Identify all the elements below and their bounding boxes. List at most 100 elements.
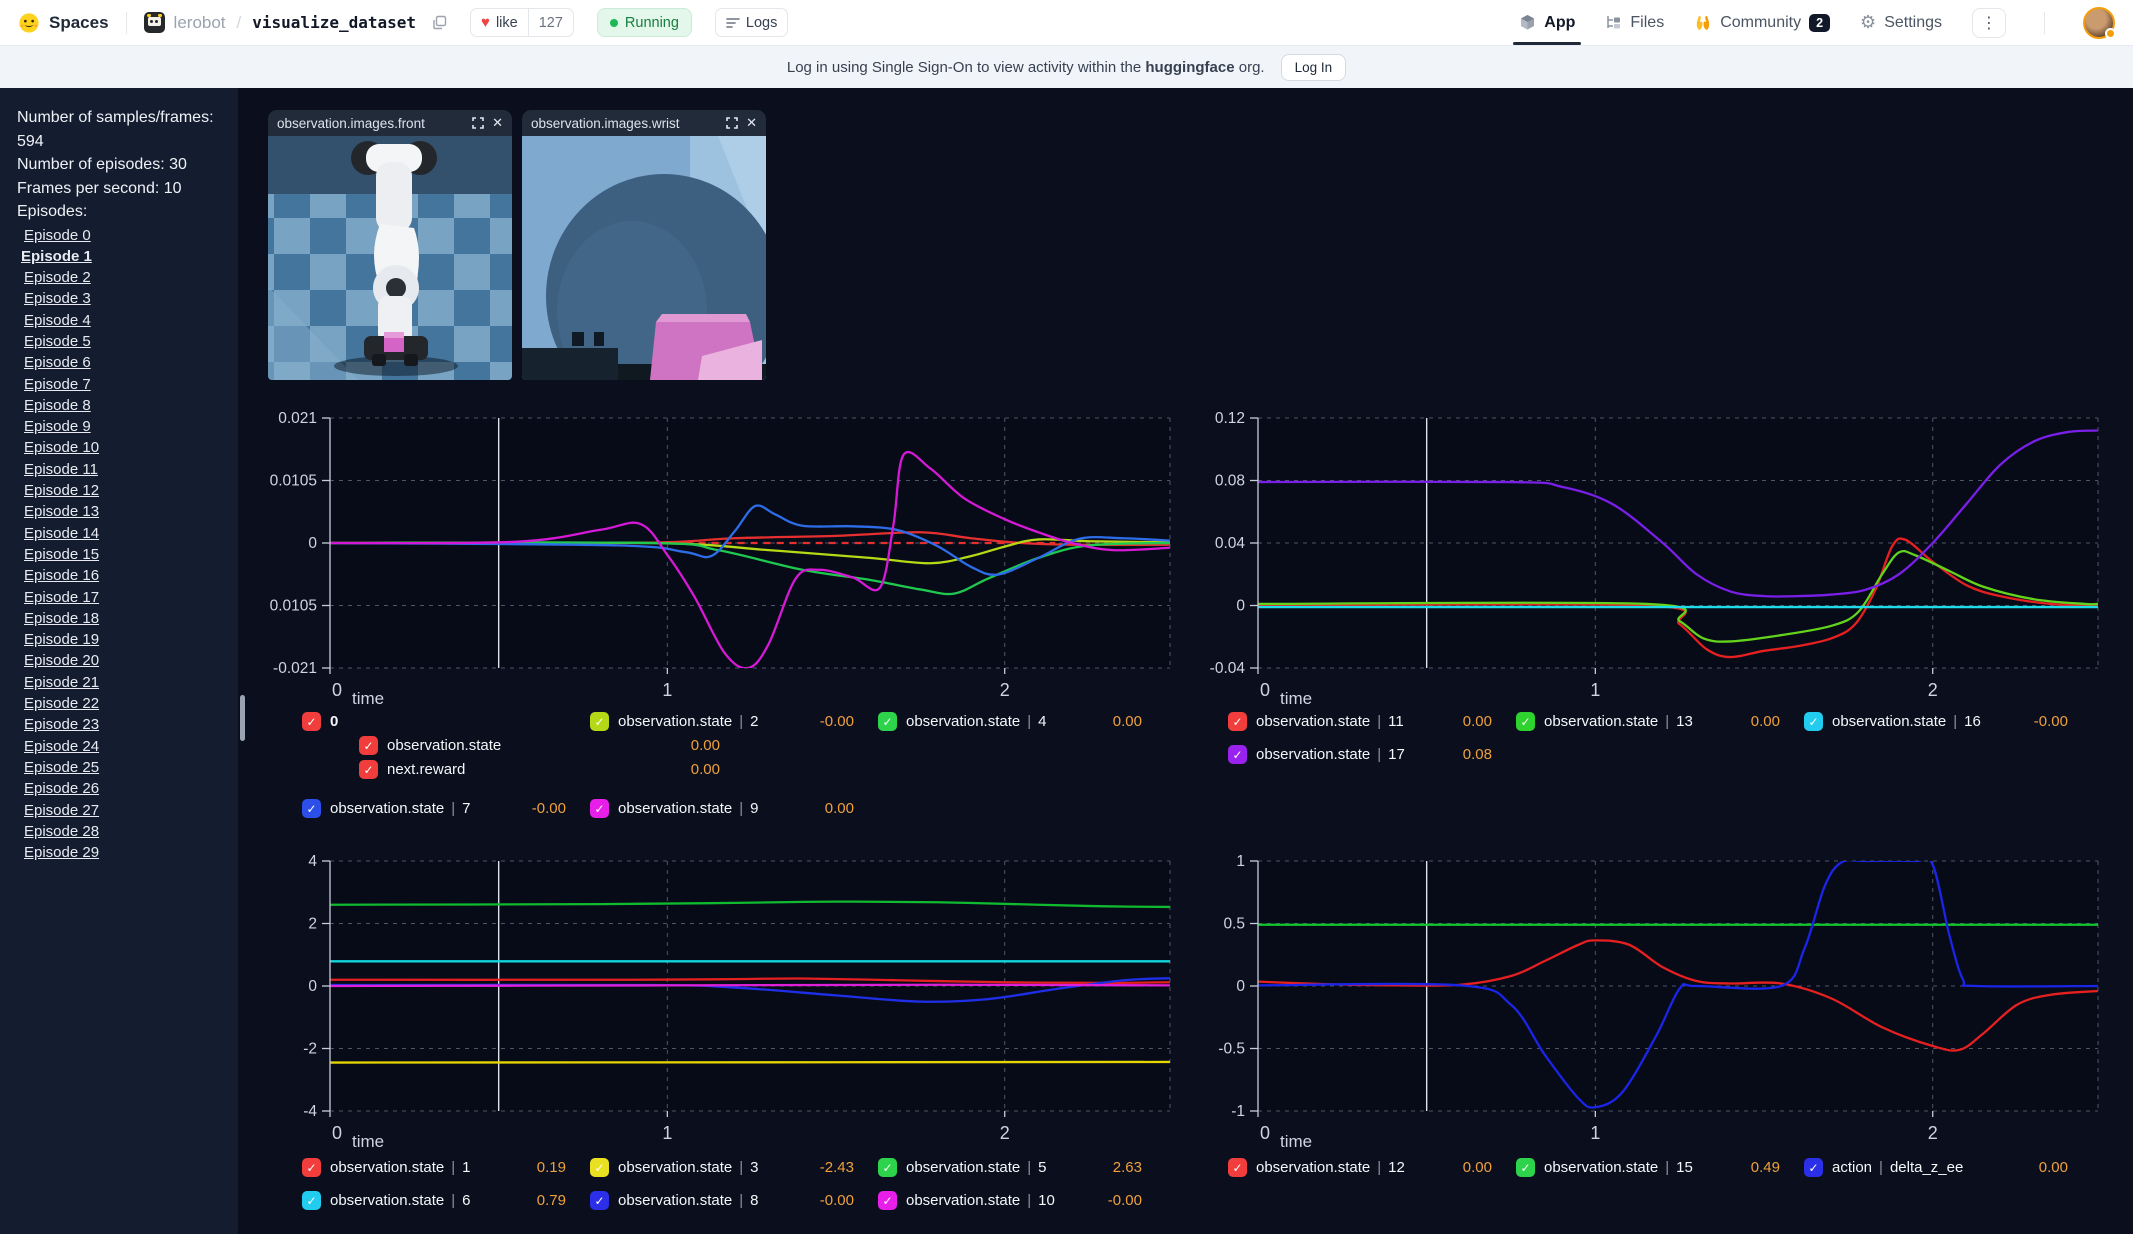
series-checkbox[interactable]: ✓ [359, 736, 378, 755]
series-label: observation.state [618, 800, 732, 817]
episode-link[interactable]: Episode 4 [24, 312, 91, 329]
running-status-badge[interactable]: Running [597, 8, 692, 37]
chart-canvas-0[interactable]: 0.0210.010500.0105-0.021012time [235, 404, 1190, 726]
label-separator: | [1377, 713, 1381, 730]
chart-canvas-1[interactable]: 0.120.080.040-0.04012time [1163, 404, 2118, 726]
chart-canvas-3[interactable]: 10.50-0.5-1012time [1163, 847, 2118, 1169]
episode-link[interactable]: Episode 19 [24, 631, 99, 648]
series-checkbox[interactable]: ✓ [878, 712, 897, 731]
series-checkbox[interactable]: ✓ [590, 712, 609, 731]
tab-community[interactable]: Community 2 [1694, 0, 1830, 45]
series-current-value: 2.63 [1113, 1159, 1142, 1176]
close-icon[interactable]: ✕ [492, 116, 503, 131]
episode-link[interactable]: Episode 23 [24, 716, 99, 733]
series-label: observation.state [618, 713, 732, 730]
copy-icon[interactable] [432, 15, 447, 30]
episode-list-item: Episode 22 [17, 693, 238, 714]
episode-link[interactable]: Episode 3 [24, 290, 91, 307]
series-checkbox[interactable]: ✓ [1516, 1158, 1535, 1177]
huggingface-logo-icon [18, 12, 40, 34]
series-checkbox[interactable]: ✓ [1228, 712, 1247, 731]
like-count[interactable]: 127 [528, 9, 573, 36]
series-index: 16 [1964, 713, 1981, 730]
series-checkbox[interactable]: ✓ [878, 1158, 897, 1177]
episode-link[interactable]: Episode 28 [24, 823, 99, 840]
svg-text:1: 1 [1236, 853, 1245, 870]
episode-link[interactable]: Episode 1 [21, 248, 92, 265]
series-checkbox[interactable]: ✓ [590, 1191, 609, 1210]
lerobot-avatar[interactable] [144, 12, 165, 33]
episode-link[interactable]: Episode 27 [24, 802, 99, 819]
episode-link[interactable]: Episode 16 [24, 567, 99, 584]
series-checkbox[interactable]: ✓ [590, 1158, 609, 1177]
legend-item: ✓next.reward0.00 [359, 760, 720, 779]
episode-link[interactable]: Episode 8 [24, 397, 91, 414]
more-options-button[interactable]: ⋮ [1972, 8, 2006, 38]
series-current-value: -0.00 [2034, 713, 2068, 730]
episode-link[interactable]: Episode 11 [24, 461, 98, 478]
close-icon[interactable]: ✕ [746, 116, 757, 131]
series-checkbox[interactable]: ✓ [302, 1158, 321, 1177]
user-avatar[interactable] [2083, 7, 2115, 39]
episode-link[interactable]: Episode 0 [24, 227, 91, 244]
episode-link[interactable]: Episode 22 [24, 695, 99, 712]
svg-text:0.021: 0.021 [278, 410, 317, 427]
episode-link[interactable]: Episode 13 [24, 503, 99, 520]
legend-item: ✓observation.state|2-0.00 [590, 712, 854, 731]
series-checkbox[interactable]: ✓ [1516, 712, 1535, 731]
series-checkbox[interactable]: ✓ [1228, 1158, 1247, 1177]
series-checkbox[interactable]: ✓ [590, 799, 609, 818]
series-current-value: 0.00 [691, 761, 720, 778]
files-icon [1605, 15, 1622, 30]
like-button-label[interactable]: like [496, 15, 518, 31]
episode-link[interactable]: Episode 24 [24, 738, 99, 755]
episode-list-item: Episode 24 [17, 736, 238, 757]
series-checkbox[interactable]: ✓ [302, 799, 321, 818]
tab-settings[interactable]: ⚙ Settings [1860, 0, 1942, 45]
episode-link[interactable]: Episode 6 [24, 354, 91, 371]
series-checkbox[interactable]: ✓ [302, 712, 321, 731]
episode-link[interactable]: Episode 25 [24, 759, 99, 776]
episode-link[interactable]: Episode 26 [24, 780, 99, 797]
episode-link[interactable]: Episode 17 [24, 589, 99, 606]
legend-item: ✓observation.state|60.79 [302, 1191, 566, 1210]
episode-link[interactable]: Episode 2 [24, 269, 91, 286]
logs-button[interactable]: Logs [715, 8, 788, 37]
repo-link[interactable]: visualize_dataset [252, 13, 416, 32]
episode-link[interactable]: Episode 5 [24, 333, 91, 350]
episodes-heading: Episodes: [17, 200, 223, 224]
spaces-label[interactable]: Spaces [49, 13, 109, 33]
series-checkbox[interactable]: ✓ [1228, 745, 1247, 764]
series-checkbox[interactable]: ✓ [1804, 1158, 1823, 1177]
series-label: observation.state [1544, 1159, 1658, 1176]
sso-banner: Log in using Single Sign-On to view acti… [0, 46, 2133, 88]
episode-link[interactable]: Episode 14 [24, 525, 99, 542]
legend-item: ✓observation.state|150.49 [1516, 1158, 1780, 1177]
episode-link[interactable]: Episode 9 [24, 418, 91, 435]
legend-item: ✓observation.state|16-0.00 [1804, 712, 2068, 731]
episode-link[interactable]: Episode 15 [24, 546, 99, 563]
episode-link[interactable]: Episode 12 [24, 482, 99, 499]
fullscreen-icon[interactable] [472, 117, 484, 129]
org-link[interactable]: lerobot [174, 13, 226, 33]
tab-app[interactable]: App [1519, 0, 1575, 45]
login-button[interactable]: Log In [1281, 54, 1347, 81]
tab-files[interactable]: Files [1605, 0, 1664, 45]
series-checkbox[interactable]: ✓ [878, 1191, 897, 1210]
series-label: observation.state [906, 713, 1020, 730]
like-widget[interactable]: ♥ like 127 [470, 8, 574, 37]
episode-link[interactable]: Episode 10 [24, 439, 99, 456]
series-label: observation.state [1544, 713, 1658, 730]
episode-link[interactable]: Episode 29 [24, 844, 99, 861]
divider [2044, 12, 2045, 34]
series-checkbox[interactable]: ✓ [302, 1191, 321, 1210]
episode-link[interactable]: Episode 20 [24, 652, 99, 669]
fullscreen-icon[interactable] [726, 117, 738, 129]
legend-item: ✓action|delta_z_ee0.00 [1804, 1158, 2068, 1177]
episode-link[interactable]: Episode 18 [24, 610, 99, 627]
series-checkbox[interactable]: ✓ [359, 760, 378, 779]
episode-link[interactable]: Episode 21 [24, 674, 99, 691]
chart-canvas-2[interactable]: 420-2-4012time [235, 847, 1190, 1169]
episode-link[interactable]: Episode 7 [24, 376, 91, 393]
series-checkbox[interactable]: ✓ [1804, 712, 1823, 731]
